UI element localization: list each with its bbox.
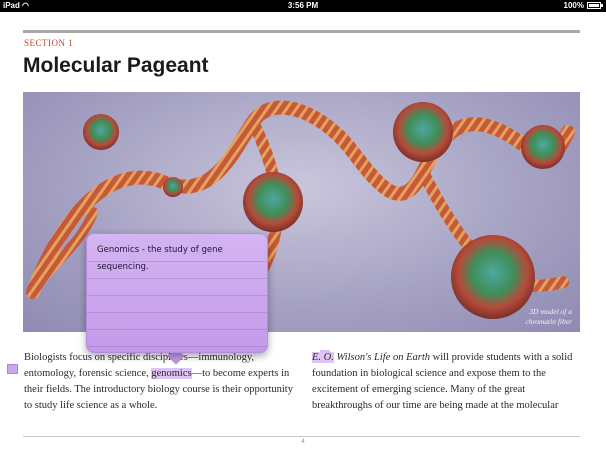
highlighted-word[interactable]: E. O. [312, 352, 334, 363]
status-bar: iPad ◠ 3:56 PM 100% [0, 0, 606, 12]
battery-nub [601, 4, 603, 7]
highlighted-word[interactable]: genomics [151, 368, 192, 379]
footer-rule [23, 436, 580, 437]
note-popup[interactable]: Genomics - the study of gene sequencing. [86, 233, 268, 353]
section-label: SECTION 1 [24, 38, 74, 48]
page-title: Molecular Pageant [23, 54, 209, 77]
battery-percent: 100% [563, 1, 584, 10]
header-rule [23, 30, 580, 33]
note-marker-icon[interactable] [7, 364, 18, 374]
note-text[interactable]: Genomics - the study of gene sequencing. [97, 242, 262, 276]
body-column-right: E. O. Wilson's Life on Earth will provid… [312, 350, 582, 414]
body-column-left: Biologists focus on specific disciplines… [24, 350, 294, 414]
page-number: 4 [301, 439, 305, 445]
battery-icon [587, 2, 601, 9]
book-title: Wilson's Life on Earth [333, 352, 431, 363]
status-time: 3:56 PM [287, 1, 319, 10]
figure-caption: 3D model of a chromatin fiber [525, 307, 572, 326]
